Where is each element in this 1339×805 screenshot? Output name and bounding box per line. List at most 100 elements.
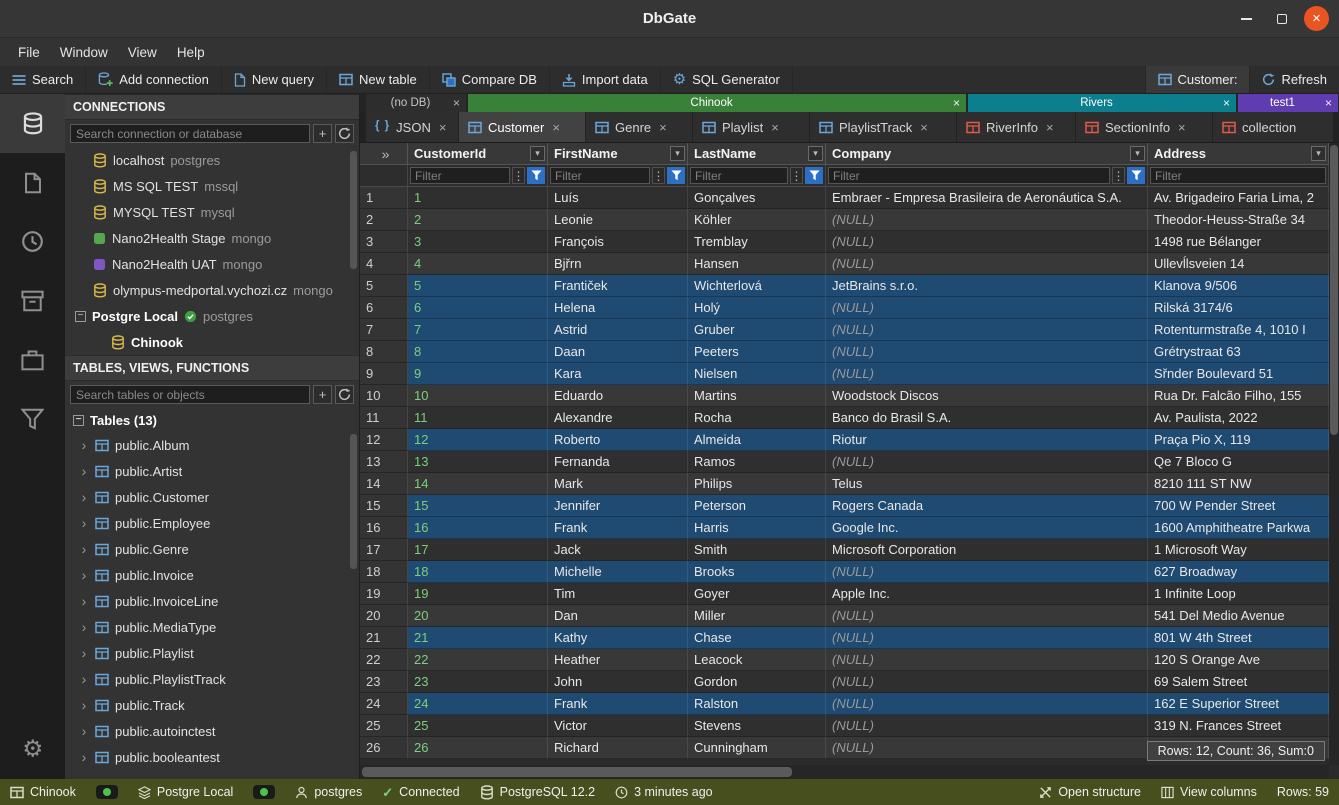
filter-menu-icon[interactable]: ⋮ bbox=[652, 167, 665, 184]
close-tab-icon[interactable]: × bbox=[659, 120, 667, 135]
cell-customerid[interactable]: 19 bbox=[408, 583, 548, 605]
grid-horizontal-scrollbar[interactable] bbox=[360, 765, 1329, 779]
cell-customerid[interactable]: 5 bbox=[408, 275, 548, 297]
row-number[interactable]: 19 bbox=[360, 583, 408, 605]
cell-firstname[interactable]: Kara bbox=[548, 363, 688, 385]
row-number[interactable]: 18 bbox=[360, 561, 408, 583]
cell-address[interactable]: Av. Paulista, 2022 bbox=[1148, 407, 1329, 429]
tab-riverinfo[interactable]: RiverInfo× bbox=[957, 112, 1075, 142]
connection-ms-sql-test[interactable]: MS SQL TESTmssql bbox=[65, 173, 359, 199]
cell-address[interactable]: 1498 rue Bélanger bbox=[1148, 231, 1329, 253]
cell-address[interactable]: 1600 Amphitheatre Parkwa bbox=[1148, 517, 1329, 539]
cell-lastname[interactable]: Gordon bbox=[688, 671, 826, 693]
cell-customerid[interactable]: 11 bbox=[408, 407, 548, 429]
cell-company[interactable]: (NULL) bbox=[826, 209, 1148, 231]
tab-playlisttrack[interactable]: PlaylistTrack× bbox=[810, 112, 956, 142]
table-public-playlist[interactable]: ›public.Playlist bbox=[65, 640, 359, 666]
refresh-tables-button[interactable] bbox=[335, 385, 354, 404]
cell-lastname[interactable]: Philips bbox=[688, 473, 826, 495]
cell-company[interactable]: Embraer - Empresa Brasileira de Aeronáut… bbox=[826, 187, 1148, 209]
cell-lastname[interactable]: Ramos bbox=[688, 451, 826, 473]
cell-company[interactable]: (NULL) bbox=[826, 693, 1148, 715]
cell-firstname[interactable]: Helena bbox=[548, 297, 688, 319]
cell-customerid[interactable]: 13 bbox=[408, 451, 548, 473]
cell-lastname[interactable]: Martins bbox=[688, 385, 826, 407]
cell-firstname[interactable]: Michelle bbox=[548, 561, 688, 583]
filter-input-lastname[interactable] bbox=[690, 167, 788, 184]
cell-lastname[interactable]: Miller bbox=[688, 605, 826, 627]
cell-address[interactable]: Rilská 3174/6 bbox=[1148, 297, 1329, 319]
column-header-firstname[interactable]: FirstName▾ bbox=[548, 143, 688, 164]
toolbar-new-table[interactable]: New table bbox=[327, 66, 430, 93]
cell-customerid[interactable]: 6 bbox=[408, 297, 548, 319]
cell-company[interactable]: Apple Inc. bbox=[826, 583, 1148, 605]
menu-view[interactable]: View bbox=[118, 41, 167, 64]
toolbar-import-data[interactable]: Import data bbox=[550, 66, 661, 93]
cell-customerid[interactable]: 17 bbox=[408, 539, 548, 561]
cell-lastname[interactable]: Peeters bbox=[688, 341, 826, 363]
cell-firstname[interactable]: Heather bbox=[548, 649, 688, 671]
row-number[interactable]: 1 bbox=[360, 187, 408, 209]
cell-address[interactable]: Grétrystraat 63 bbox=[1148, 341, 1329, 363]
cell-company[interactable]: (NULL) bbox=[826, 363, 1148, 385]
table-row[interactable]: 1818MichelleBrooks(NULL)627 Broadway bbox=[360, 561, 1339, 583]
tab-json[interactable]: { }JSON× bbox=[366, 112, 458, 142]
toolbar-customer[interactable]: Customer: bbox=[1145, 66, 1250, 93]
cell-lastname[interactable]: Köhler bbox=[688, 209, 826, 231]
table-public-employee[interactable]: ›public.Employee bbox=[65, 510, 359, 536]
cell-lastname[interactable]: Harris bbox=[688, 517, 826, 539]
toolbar-refresh[interactable]: Refresh bbox=[1249, 66, 1339, 93]
cell-address[interactable]: Av. Brigadeiro Faria Lima, 2 bbox=[1148, 187, 1329, 209]
cell-firstname[interactable]: Jack bbox=[548, 539, 688, 561]
cell-lastname[interactable]: Brooks bbox=[688, 561, 826, 583]
add-connection-plus-button[interactable]: + bbox=[313, 124, 332, 143]
cell-address[interactable]: 319 N. Frances Street bbox=[1148, 715, 1329, 737]
cell-customerid[interactable]: 7 bbox=[408, 319, 548, 341]
cell-firstname[interactable]: Tim bbox=[548, 583, 688, 605]
cell-address[interactable]: 1 Infinite Loop bbox=[1148, 583, 1329, 605]
cell-company[interactable]: Telus bbox=[826, 473, 1148, 495]
cell-company[interactable]: (NULL) bbox=[826, 319, 1148, 341]
cell-company[interactable]: (NULL) bbox=[826, 649, 1148, 671]
table-public-mediatype[interactable]: ›public.MediaType bbox=[65, 614, 359, 640]
row-number[interactable]: 8 bbox=[360, 341, 408, 363]
collapse-tables-icon[interactable]: − bbox=[73, 415, 84, 426]
cell-firstname[interactable]: Fernanda bbox=[548, 451, 688, 473]
cell-address[interactable]: 627 Broadway bbox=[1148, 561, 1329, 583]
table-public-playlisttrack[interactable]: ›public.PlaylistTrack bbox=[65, 666, 359, 692]
table-row[interactable]: 2525VictorStevens(NULL)319 N. Frances St… bbox=[360, 715, 1339, 737]
table-public-booleantest[interactable]: ›public.booleantest bbox=[65, 744, 359, 770]
table-row[interactable]: 55FrantičekWichterlováJetBrains s.r.o.Kl… bbox=[360, 275, 1339, 297]
connections-scrollbar[interactable] bbox=[350, 151, 357, 269]
collapse-icon[interactable]: − bbox=[75, 311, 86, 322]
table-row[interactable]: 66HelenaHolý(NULL)Rilská 3174/6 bbox=[360, 297, 1339, 319]
tab-sectioninfo[interactable]: SectionInfo× bbox=[1076, 112, 1212, 142]
close-tab-icon[interactable]: × bbox=[771, 120, 779, 135]
tab-customer[interactable]: Customer× bbox=[459, 112, 585, 142]
cell-firstname[interactable]: Kathy bbox=[548, 627, 688, 649]
cell-company[interactable]: (NULL) bbox=[826, 451, 1148, 473]
row-number[interactable]: 11 bbox=[360, 407, 408, 429]
cell-customerid[interactable]: 15 bbox=[408, 495, 548, 517]
table-public-track[interactable]: ›public.Track bbox=[65, 692, 359, 718]
filter-menu-icon[interactable]: ⋮ bbox=[790, 167, 803, 184]
cell-address[interactable]: 801 W 4th Street bbox=[1148, 627, 1329, 649]
toolbar-add-connection[interactable]: Add connection bbox=[86, 66, 222, 93]
cell-customerid[interactable]: 9 bbox=[408, 363, 548, 385]
column-header-address[interactable]: Address▾ bbox=[1148, 143, 1329, 164]
row-number[interactable]: 15 bbox=[360, 495, 408, 517]
filter-funnel-icon[interactable] bbox=[667, 167, 685, 184]
db-group-test1[interactable]: test1× bbox=[1238, 94, 1338, 112]
table-row[interactable]: 88DaanPeeters(NULL)Grétrystraat 63 bbox=[360, 341, 1339, 363]
cell-address[interactable]: 541 Del Medio Avenue bbox=[1148, 605, 1329, 627]
cell-customerid[interactable]: 2 bbox=[408, 209, 548, 231]
cell-customerid[interactable]: 24 bbox=[408, 693, 548, 715]
cell-customerid[interactable]: 3 bbox=[408, 231, 548, 253]
row-number[interactable]: 10 bbox=[360, 385, 408, 407]
table-row[interactable]: 77AstridGruber(NULL)Rotenturmstraße 4, 1… bbox=[360, 319, 1339, 341]
activity-files[interactable] bbox=[0, 153, 65, 212]
connection-mysql-test[interactable]: MYSQL TESTmysql bbox=[65, 199, 359, 225]
db-group-rivers[interactable]: Rivers× bbox=[968, 94, 1236, 112]
row-number[interactable]: 5 bbox=[360, 275, 408, 297]
column-dropdown-icon[interactable]: ▾ bbox=[1130, 146, 1145, 161]
